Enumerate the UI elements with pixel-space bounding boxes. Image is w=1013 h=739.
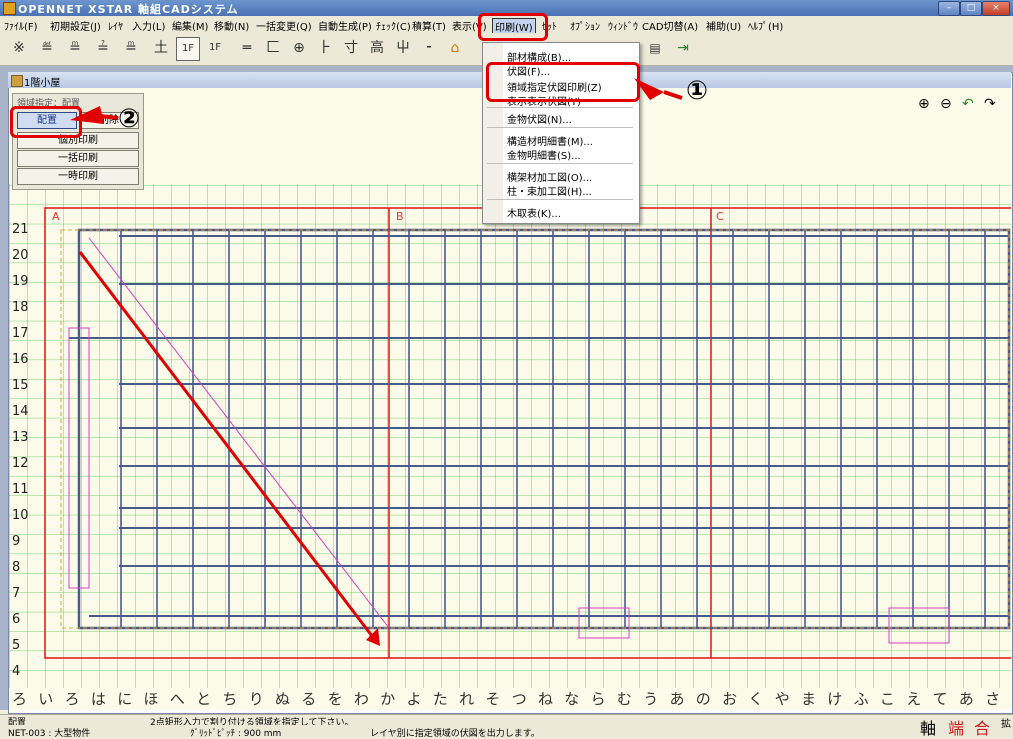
join-button[interactable]: 合 [970, 715, 994, 738]
axis-button[interactable]: 軸 [916, 715, 940, 738]
status-project: NET-003 : 大型物件 [8, 729, 91, 739]
callout-step-1: ① [686, 76, 709, 106]
status-hint: レイヤ別に指定領域の伏図を出力します。 [370, 729, 540, 739]
status-bar-bottom: NET-003 : 大型物件 ｸﾞﾘｯﾄﾞﾋﾟｯﾁ : 900 mm レイヤ別に… [0, 719, 1013, 739]
status-grid-info: ｸﾞﾘｯﾄﾞﾋﾟｯﾁ : 900 mm [190, 729, 282, 739]
annotation-arrows [70, 78, 683, 646]
callout-step-2: ② [118, 104, 141, 134]
end-button[interactable]: 端 [944, 715, 968, 738]
expand-button[interactable]: 拡 [994, 715, 1013, 735]
